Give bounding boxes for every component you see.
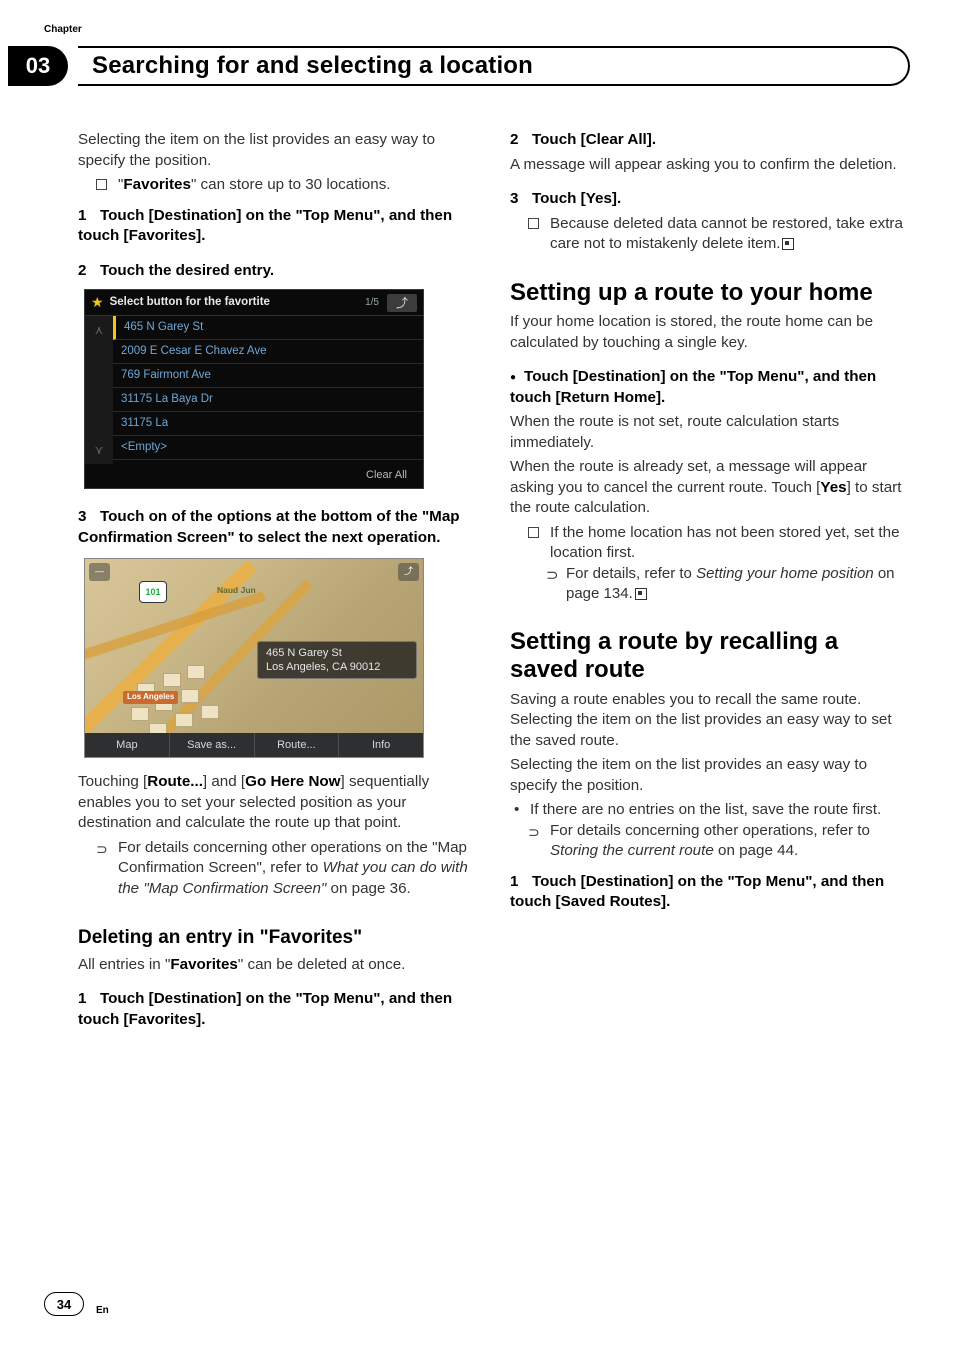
chapter-label: Chapter	[44, 24, 82, 35]
step-text: Touch [Destination] on the "Top Menu", a…	[78, 990, 452, 1028]
step-text: Touch [Destination] on the "Top Menu", a…	[510, 873, 884, 911]
list-item[interactable]: 465 N Garey St	[113, 316, 423, 340]
home-position-ref: ⊃ For details, refer to Setting your hom…	[510, 564, 910, 605]
page-indicator: 1/5	[365, 296, 379, 310]
storing-route-ref: ⊃ For details concerning other operation…	[510, 821, 910, 862]
step-text: Touch [Yes].	[532, 190, 621, 207]
step-2: 2Touch the desired entry.	[78, 261, 478, 282]
list-item[interactable]: 31175 La	[113, 412, 423, 436]
address-popup: 465 N Garey St Los Angeles, CA 90012	[257, 641, 417, 679]
highway-shield: 101	[139, 581, 167, 603]
language-label: En	[96, 1305, 109, 1316]
page-title: Searching for and selecting a location	[92, 52, 533, 80]
city-label: Los Angeles	[123, 691, 178, 704]
star-icon: ★	[91, 293, 104, 312]
clear-all-button[interactable]: Clear All	[85, 464, 423, 488]
step-text: Touch the desired entry.	[100, 262, 274, 279]
delete-step-2-body: A message will appear asking you to conf…	[510, 155, 910, 176]
scroll-sidebar[interactable]: ⋏ ⋎	[85, 316, 113, 464]
map-button[interactable]: Map	[85, 733, 170, 757]
list-item[interactable]: <Empty>	[113, 436, 423, 460]
route-home-heading: Setting up a route to your home	[510, 279, 910, 307]
intro-text: Selecting the item on the list provides …	[78, 130, 478, 171]
chapter-number-tab: 03	[8, 46, 68, 86]
list-item[interactable]: 2009 E Cesar E Chavez Ave	[113, 340, 423, 364]
recall-route-p1: Saving a route enables you to recall the…	[510, 690, 910, 752]
recall-step-1: 1Touch [Destination] on the "Top Menu", …	[510, 872, 910, 913]
left-column: Selecting the item on the list provides …	[78, 130, 478, 1270]
page-number: 34	[44, 1292, 84, 1316]
screenshot-title: Select button for the favortite	[110, 295, 366, 311]
save-as-button[interactable]: Save as...	[170, 733, 255, 757]
list-item[interactable]: 31175 La Baya Dr	[113, 388, 423, 412]
route-explainer: Touching [Route...] and [Go Here Now] se…	[78, 772, 478, 834]
favorites-list: 465 N Garey St 2009 E Cesar E Chavez Ave…	[113, 316, 423, 464]
route-button[interactable]: Route...	[255, 733, 340, 757]
route-home-body1: When the route is not set, route calcula…	[510, 412, 910, 453]
recall-route-heading: Setting a route by recalling a saved rou…	[510, 628, 910, 683]
route-home-body2: When the route is already set, a message…	[510, 457, 910, 519]
scroll-down-icon[interactable]: ⋎	[95, 442, 104, 458]
step-1: 1Touch [Destination] on the "Top Menu", …	[78, 206, 478, 247]
delete-step-2: 2Touch [Clear All].	[510, 130, 910, 151]
page-title-box: Searching for and selecting a location	[78, 46, 910, 86]
list-item[interactable]: 769 Fairmont Ave	[113, 364, 423, 388]
delete-step-1: 1Touch [Destination] on the "Top Menu", …	[78, 989, 478, 1030]
back-button[interactable]: ⤴	[398, 563, 419, 581]
end-section-icon	[635, 588, 647, 600]
info-button[interactable]: Info	[339, 733, 423, 757]
zoom-out-button[interactable]: —	[89, 563, 110, 581]
back-button[interactable]: ⤴	[387, 294, 417, 312]
route-home-intro: If your home location is stored, the rou…	[510, 312, 910, 353]
right-column: 2Touch [Clear All]. A message will appea…	[510, 130, 910, 1270]
neighborhood-label: Naud Jun	[217, 585, 256, 596]
map-confirmation-ref: ⊃ For details concerning other operation…	[78, 838, 478, 900]
home-not-stored-note: If the home location has not been stored…	[510, 523, 910, 564]
recall-route-bullet: If there are no entries on the list, sav…	[510, 800, 910, 821]
address-line1: 465 N Garey St	[266, 646, 408, 660]
delete-step-3: 3Touch [Yes].	[510, 189, 910, 210]
step-text: Touch [Destination] on the "Top Menu", a…	[78, 207, 452, 245]
scroll-up-icon[interactable]: ⋏	[95, 322, 104, 338]
txt: " can store up to 30 locations.	[191, 176, 391, 193]
step-text: Touch on of the options at the bottom of…	[78, 508, 460, 546]
map-confirmation-screenshot: — ⤴ 101 Naud Jun Los Angeles 465 N Garey…	[84, 558, 424, 758]
txt-bold: Favorites	[123, 176, 191, 193]
delete-caution: Because deleted data cannot be restored,…	[510, 214, 910, 255]
step-3: 3Touch on of the options at the bottom o…	[78, 507, 478, 548]
favorites-limit-note: "Favorites" can store up to 30 locations…	[78, 175, 478, 196]
step-text: Touch [Clear All].	[532, 131, 656, 148]
route-home-step: Touch [Destination] on the "Top Menu", a…	[510, 367, 910, 408]
address-line2: Los Angeles, CA 90012	[266, 660, 408, 674]
deleting-entry-intro: All entries in "Favorites" can be delete…	[78, 955, 478, 976]
end-section-icon	[782, 238, 794, 250]
deleting-entry-heading: Deleting an entry in "Favorites"	[78, 925, 478, 951]
favorites-list-screenshot: ★ Select button for the favortite 1/5 ⤴ …	[84, 289, 424, 489]
recall-route-p2: Selecting the item on the list provides …	[510, 755, 910, 796]
